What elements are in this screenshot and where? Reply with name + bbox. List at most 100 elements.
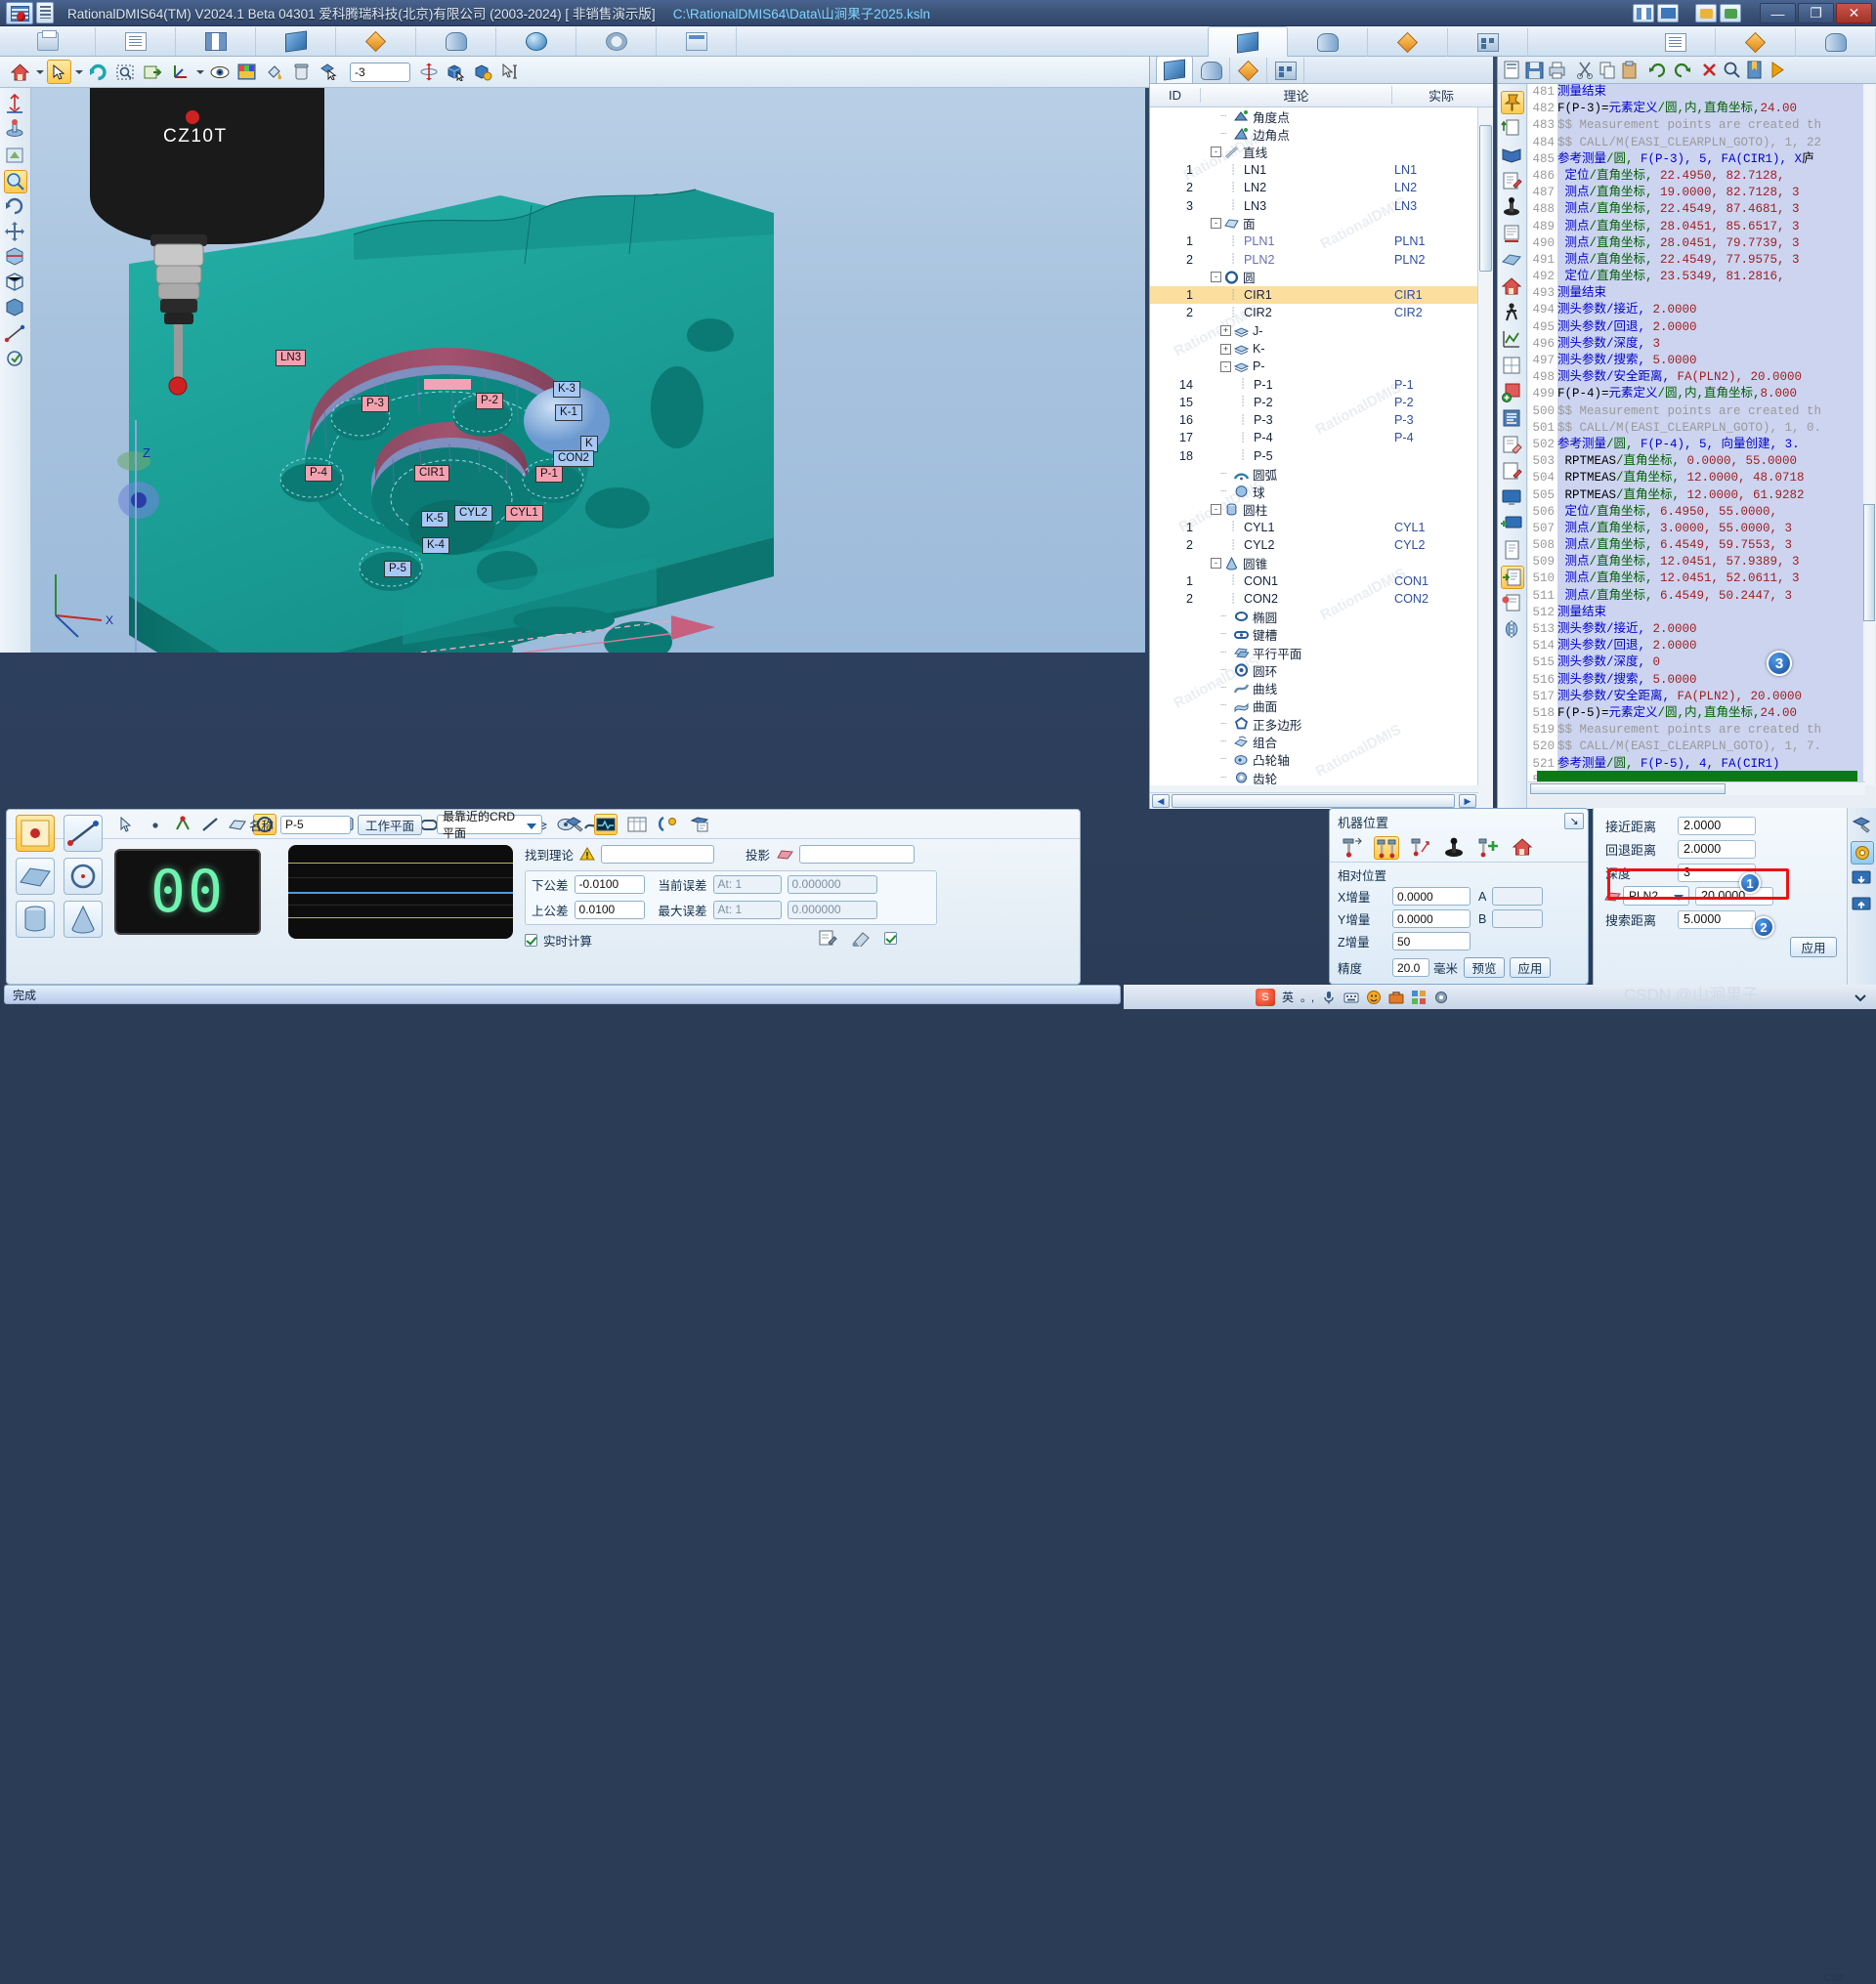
code-line[interactable]: 489 测点/直角坐标, 28.0451, 85.6517, 3 (1528, 218, 1865, 235)
code-line[interactable]: 516 测头参数/搜索, 5.0000 (1528, 671, 1865, 689)
viewport-label-ln3[interactable]: LN3 (276, 350, 307, 366)
code-line[interactable]: 492 定位/直角坐标, 23.5349, 81.2816, (1528, 269, 1865, 286)
fit-view-button[interactable] (141, 60, 165, 84)
tree-row[interactable]: 1 ┊ CYL1 CYL1 (1150, 519, 1478, 536)
tab-global[interactable] (496, 27, 576, 56)
tab-measure[interactable] (336, 27, 416, 56)
tab-code-view[interactable] (1636, 28, 1716, 57)
tree-scroll-thumb[interactable] (1479, 125, 1492, 272)
tree-row[interactable]: 16 ┊ P-3 P-3 (1150, 411, 1478, 429)
code-search-icon[interactable] (1722, 60, 1742, 80)
code-line[interactable]: 493 测量结束 (1528, 285, 1865, 303)
viewport-label-k-4[interactable]: K-4 (422, 537, 449, 554)
tree-tab-tolerance[interactable] (1230, 58, 1267, 83)
code-line[interactable]: 512 测量结束 (1528, 604, 1865, 622)
view-mode-icon[interactable] (1657, 4, 1679, 22)
pencil-doc-icon[interactable] (1501, 460, 1524, 484)
apps-grid-icon[interactable] (1411, 990, 1427, 1005)
search-input[interactable] (1678, 909, 1756, 929)
precision-input[interactable] (1392, 958, 1429, 977)
goto-line-icon[interactable] (1500, 566, 1524, 589)
probe-calib-icon[interactable] (4, 119, 27, 143)
book-icon[interactable] (1501, 144, 1524, 167)
settings-gear-icon[interactable] (1433, 990, 1449, 1005)
code-copy-icon[interactable] (1598, 60, 1618, 80)
tab-run[interactable] (1716, 28, 1796, 57)
tree-row[interactable]: - 圆锥 (1150, 554, 1478, 571)
tree-row[interactable]: 3 ┊ LN3 LN3 (1150, 196, 1478, 214)
code-print-icon[interactable] (1547, 60, 1567, 80)
home-view-dropdown[interactable] (35, 60, 44, 84)
code-line[interactable]: 514 测头参数/回退, 2.0000 (1528, 638, 1865, 655)
color-palette-button[interactable] (234, 60, 259, 84)
preview-button[interactable]: 预览 (1464, 957, 1506, 978)
x-increment-input[interactable] (1392, 887, 1471, 906)
tree-expander[interactable]: + (1220, 343, 1231, 355)
code-line[interactable]: 510 测点/直角坐标, 12.0451, 52.0611, 3 (1528, 570, 1865, 588)
tree-hscroll-thumb[interactable] (1172, 794, 1455, 808)
code-line[interactable]: 517 测头参数/安全距离, FA(PLN2), 20.0000 (1528, 688, 1865, 705)
code-new-icon[interactable] (1502, 60, 1522, 80)
layout-grid-icon[interactable] (1633, 4, 1654, 22)
probe-tip-icon[interactable] (1442, 836, 1468, 860)
point-feature-button[interactable] (16, 815, 55, 852)
tab-report[interactable] (1448, 28, 1528, 57)
code-editor[interactable]: 481 测量结束 482 F(P-3)=元素定义/圆,内,直角坐标,24.00 483 $… (1528, 84, 1865, 785)
viewport-label-cir1[interactable]: CIR1 (414, 465, 450, 482)
keyboard-icon[interactable] (1343, 990, 1359, 1005)
lower-tol-input[interactable] (574, 874, 645, 894)
viewport-label-k-3[interactable]: K-3 (553, 381, 580, 398)
delete-button[interactable] (289, 60, 314, 84)
code-line[interactable]: 515 测头参数/深度, 0 (1528, 654, 1865, 672)
code-horizontal-scrollbar[interactable] (1528, 781, 1865, 795)
tab-tools[interactable] (1796, 28, 1876, 57)
grid-tool-icon[interactable] (1501, 355, 1524, 378)
visibility-button[interactable] (207, 60, 232, 84)
code-line[interactable]: 485 参考测量/圆, F(P-3), 5, FA(CIR1), X庐 (1528, 150, 1865, 168)
tree-row[interactable]: ┈ 圆环 (1150, 661, 1478, 679)
tree-expander[interactable]: - (1211, 558, 1221, 570)
tree-expander[interactable]: - (1211, 272, 1221, 283)
tab-window[interactable] (657, 27, 737, 56)
code-line[interactable]: 509 测点/直角坐标, 12.0451, 57.9389, 3 (1528, 554, 1865, 571)
code-line[interactable]: 520 $$ CALL/M(EASI_CLEARPLN_GOTO), 1, 7. (1528, 739, 1865, 756)
tree-row[interactable]: 2 ┊ CON2 CON2 (1150, 590, 1478, 608)
tree-row[interactable]: 17 ┊ P-4 P-4 (1150, 429, 1478, 446)
microphone-icon[interactable] (1321, 990, 1337, 1005)
tree-expander[interactable]: - (1211, 504, 1221, 516)
tree-row[interactable]: ┈ 椭圆 (1150, 608, 1478, 625)
a-axis-value[interactable] (1492, 887, 1544, 906)
insert-line-icon[interactable] (1500, 117, 1524, 141)
b-axis-value[interactable] (1492, 909, 1544, 928)
code-line[interactable]: 490 测点/直角坐标, 28.0451, 79.7739, 3 (1528, 234, 1865, 252)
tree-tab-filter[interactable] (1193, 58, 1230, 83)
code-line[interactable]: 482 F(P-3)=元素定义/圆,内,直角坐标,24.00 (1528, 101, 1865, 118)
axis-dropdown[interactable] (195, 60, 204, 84)
monitor1-icon[interactable] (1851, 867, 1874, 891)
tree-row[interactable]: 1 ┊ PLN1 PLN1 (1150, 232, 1478, 250)
code-line[interactable]: 501 $$ CALL/M(EASI_CLEARPLN_GOTO), 1, 0. (1528, 419, 1865, 437)
code-paste-icon[interactable] (1620, 60, 1641, 80)
pick-element-button[interactable] (317, 60, 341, 84)
tree-horizontal-scrollbar[interactable]: ◀ ▶ (1150, 792, 1478, 809)
tree-row[interactable]: 14 ┊ P-1 P-1 (1150, 375, 1478, 393)
tree-row[interactable]: 15 ┊ P-2 P-2 (1150, 394, 1478, 411)
code-save-icon[interactable] (1524, 60, 1545, 80)
code-line[interactable]: 498 测头参数/安全距离, FA(PLN2), 20.0000 (1528, 369, 1865, 387)
tree-scroll-left-button[interactable]: ◀ (1152, 794, 1170, 808)
tree-row[interactable]: + J- (1150, 322, 1478, 340)
tree-row[interactable]: ┈ 曲线 (1150, 680, 1478, 697)
tab-tolerance[interactable] (1368, 28, 1448, 57)
tree-expander[interactable]: + (1220, 325, 1231, 337)
ime-logo-icon[interactable]: S (1256, 988, 1275, 1006)
tree-row[interactable]: ┈ 正多边形 (1150, 715, 1478, 733)
tree-tab-features[interactable] (1156, 56, 1193, 83)
tree-row[interactable]: 1 ┊ CON1 CON1 (1150, 572, 1478, 590)
z-increment-input[interactable] (1392, 932, 1471, 950)
cone-feature-button[interactable] (64, 901, 104, 938)
viewport-label-con2[interactable]: CON2 (553, 450, 594, 467)
pin-icon[interactable] (1500, 91, 1524, 114)
tree-row[interactable]: -面 (1150, 215, 1478, 232)
circle-feature-button[interactable] (64, 858, 104, 895)
edit-doc-icon[interactable] (1501, 170, 1524, 193)
